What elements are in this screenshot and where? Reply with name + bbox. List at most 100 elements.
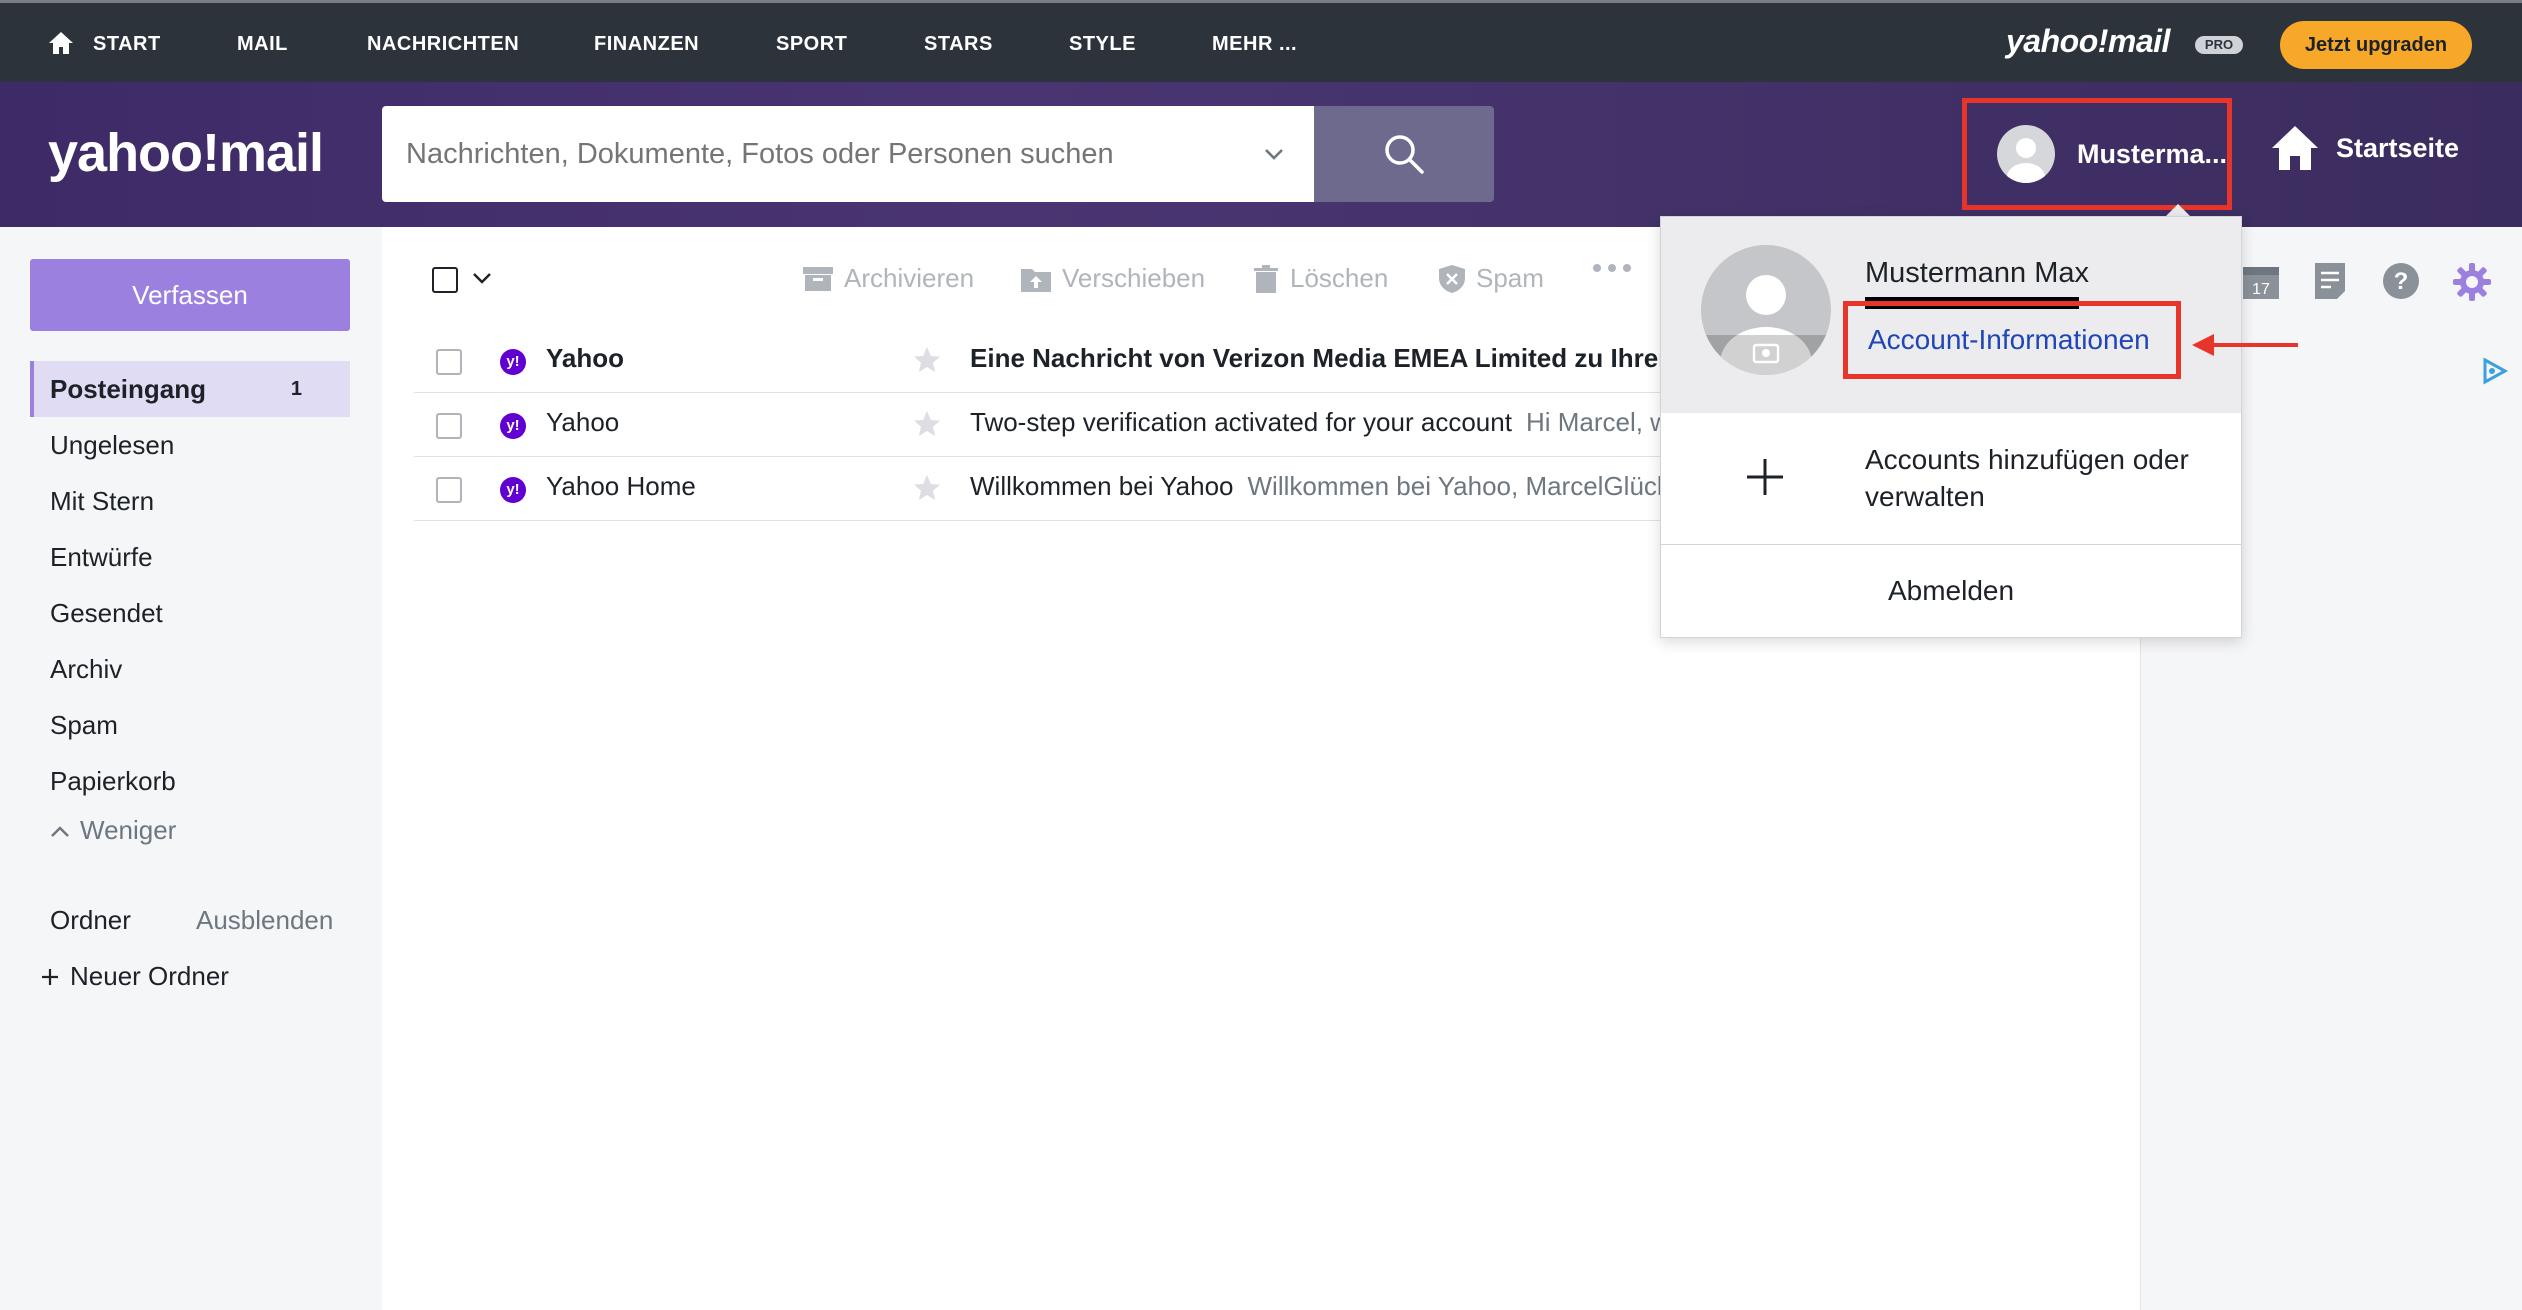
home-link[interactable]: Startseite [2270,124,2459,172]
help-icon[interactable]: ? [2381,261,2421,301]
account-summary: Mustermann Max Account-Informationen [1661,217,2241,413]
yahoo-sender-icon: y! [500,477,526,503]
logout-button[interactable]: Abmelden [1661,545,2241,637]
archive-button[interactable]: Archivieren [802,263,974,294]
annotation-arrow-icon [2192,334,2298,356]
shield-icon [1439,264,1465,293]
chevron-down-icon[interactable] [1262,142,1286,166]
archive-label: Archivieren [844,263,975,293]
message-checkbox[interactable] [436,349,462,375]
mail-header: yahoo!mail Musterma... Startseite [0,82,2522,227]
plus-icon [42,968,58,985]
account-dropdown-menu: Mustermann Max Account-Informationen Acc… [1660,216,2242,638]
compose-button[interactable]: Verfassen [30,259,350,331]
nav-style[interactable]: STYLE [1069,33,1136,56]
folder-label: Archiv [50,653,123,684]
message-subject: Willkommen bei Yahoo [970,471,1234,501]
move-label: Verschieben [1062,263,1206,293]
folder-label: Ungelesen [50,429,175,460]
user-icon [2007,138,2045,183]
account-menu-button[interactable]: Musterma... [1962,98,2232,210]
spam-label: Spam [1476,263,1544,293]
nav-nachrichten[interactable]: NACHRICHTEN [367,33,519,56]
home-icon[interactable] [48,31,74,55]
unread-count-badge: 1 [290,377,302,400]
chevron-down-icon[interactable] [472,271,492,285]
user-icon [1701,275,1831,375]
chevron-up-icon [51,825,69,837]
folder-label: Posteingang [50,373,207,404]
folder-sidebar: Verfassen Posteingang 1 Ungelesen Mit St… [0,227,382,1310]
calendar-icon[interactable]: 17 [2241,261,2281,301]
pro-badge: PRO [2195,36,2243,54]
move-button[interactable]: Verschieben [1020,263,1205,294]
svg-text:?: ? [2394,268,2409,295]
folder-spam[interactable]: Spam [30,697,350,753]
spam-button[interactable]: Spam [1438,263,1544,294]
adchoices-icon[interactable] [2481,357,2509,385]
top-navigation-bar: START MAIL NACHRICHTEN FINANZEN SPORT ST… [0,0,2522,82]
star-icon[interactable] [912,473,942,503]
avatar [1997,125,2055,183]
yahoo-mail-logo[interactable]: yahoo!mail [48,122,324,184]
gear-icon[interactable] [2451,261,2493,303]
new-folder-label: Neuer Ordner [70,961,229,991]
folder-drafts[interactable]: Entwürfe [30,529,350,585]
star-icon[interactable] [912,345,942,375]
profile-full-name: Mustermann Max [1865,257,2090,289]
message-subject: Two-step verification activated for your… [970,407,1512,437]
account-info-link[interactable]: Account-Informationen [1868,324,2150,356]
profile-avatar[interactable] [1701,245,1831,375]
nav-mail[interactable]: MAIL [237,33,288,56]
home-icon [2272,126,2318,170]
message-preview: Hi Marcel, wi [1525,407,1675,437]
trash-icon [1254,264,1278,293]
yahoo-mail-window: START MAIL NACHRICHTEN FINANZEN SPORT ST… [0,0,2522,1310]
nav-stars[interactable]: STARS [924,33,993,56]
nav-sport[interactable]: SPORT [776,33,847,56]
notepad-icon[interactable] [2313,261,2347,301]
more-actions-button[interactable] [1592,263,1642,273]
message-checkbox[interactable] [436,413,462,439]
account-info-highlight: Account-Informationen [1843,301,2181,379]
new-folder-button[interactable]: Neuer Ordner [40,961,229,992]
folder-archive[interactable]: Archiv [30,641,350,697]
folder-label: Spam [50,709,118,740]
nav-finanzen[interactable]: FINANZEN [594,33,699,56]
message-sender: Yahoo [546,407,620,437]
hide-folders-link[interactable]: Ausblenden [196,905,333,936]
message-sender: Yahoo [546,343,625,373]
nav-mehr[interactable]: MEHR ... [1212,33,1297,56]
folders-heading: Ordner [50,905,131,935]
delete-button[interactable]: Löschen [1252,263,1388,294]
show-less-toggle[interactable]: Weniger [50,815,176,846]
add-accounts-label: Accounts hinzufügen oder verwalten [1865,444,2189,512]
yahoo-mail-pro-brand[interactable]: yahoo!mail [2006,23,2170,60]
message-checkbox[interactable] [436,477,462,503]
folder-starred[interactable]: Mit Stern [30,473,350,529]
search-input[interactable] [382,109,1202,199]
folder-sent[interactable]: Gesendet [30,585,350,641]
folder-label: Gesendet [50,597,163,628]
folder-label: Entwürfe [50,541,153,572]
search-box [382,106,1314,202]
folder-unread[interactable]: Ungelesen [30,417,350,473]
upgrade-button[interactable]: Jetzt upgraden [2280,21,2472,69]
add-accounts-item[interactable]: Accounts hinzufügen oder verwalten [1661,413,2241,545]
plus-icon [1747,459,1783,495]
select-all-checkbox[interactable] [432,267,458,293]
star-icon[interactable] [912,409,942,439]
search-button[interactable] [1314,106,1494,202]
yahoo-sender-icon: y! [500,349,526,375]
account-name: Musterma... [2076,138,2227,169]
archive-icon [803,266,833,291]
message-sender: Yahoo Home [546,471,696,501]
more-dots-icon [1593,264,1631,272]
message-preview: Willkommen bei Yahoo, MarcelGlückw [1247,471,1689,501]
yahoo-sender-icon: y! [500,413,526,439]
nav-start[interactable]: START [93,33,161,56]
folder-label: Papierkorb [50,765,176,796]
folder-inbox[interactable]: Posteingang 1 [30,361,350,417]
folder-move-icon [1021,268,1051,292]
folder-trash[interactable]: Papierkorb [30,753,350,809]
